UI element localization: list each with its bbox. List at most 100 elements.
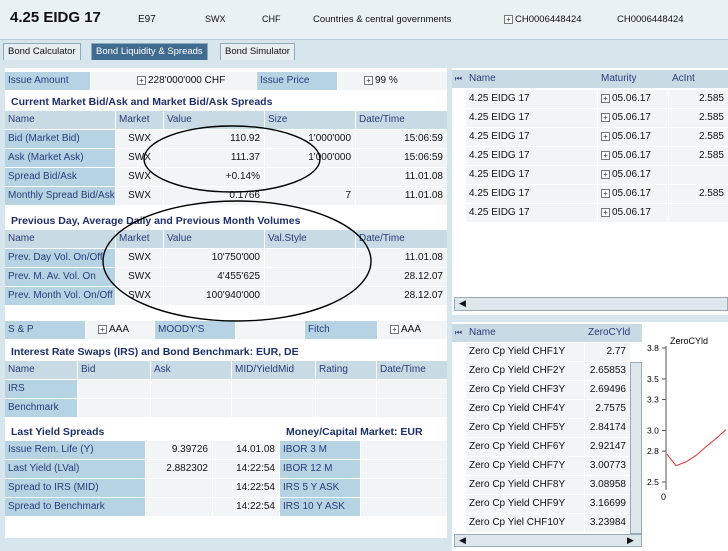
col-name[interactable]: Name	[466, 70, 597, 88]
bond-name: 4.25 EIDG 17	[466, 109, 597, 127]
size-cell: 1'000'000	[265, 149, 355, 167]
expand-icon[interactable]: +	[390, 324, 399, 334]
list-item[interactable]: Zero Cp Yield CHF9Y 3.16699	[452, 495, 630, 513]
list-item[interactable]: Zero Cp Yield CHF4Y 2.7575	[452, 400, 630, 418]
irs-header: Name Bid Ask MID/YieldMid Rating Date/Time	[5, 361, 447, 379]
col-bid[interactable]: Bid	[78, 361, 150, 379]
maturity-cell[interactable]: +05.06.17	[598, 166, 668, 184]
table-row[interactable]: Spread Bid/Ask SWX +0.14% 11.01.08	[5, 168, 447, 186]
issue-price-value[interactable]: +99 %	[338, 72, 447, 90]
collapse-icon[interactable]: ⏮	[452, 70, 465, 88]
list-item[interactable]: 4.25 EIDG 17 +05.06.17	[452, 204, 728, 222]
tab-bond-calculator[interactable]: Bond Calculator	[3, 43, 81, 60]
expand-icon[interactable]: +	[601, 207, 610, 217]
list-item[interactable]: Zero Cp Yiel CHF10Y 3.23984	[452, 514, 630, 532]
mid-yieldmid-cell	[232, 399, 315, 417]
col-size[interactable]: Size	[265, 111, 355, 129]
list-item[interactable]: Zero Cp Yield CHF8Y 3.08958	[452, 476, 630, 494]
col-name[interactable]: Name	[5, 111, 115, 129]
table-row[interactable]: Ask (Market Ask) SWX 111.37 1'000'000 15:06:…	[5, 149, 447, 167]
table-row[interactable]: Prev. M. Av. Vol. On SWX 4'455'625 28.12.07	[5, 268, 447, 286]
list-item[interactable]: Zero Cp Yield CHF5Y 2.84174	[452, 419, 630, 437]
expand-icon[interactable]: +	[601, 188, 610, 198]
row-label: Prev. Month Vol. On/Off	[5, 287, 115, 305]
tab-bond-simulator[interactable]: Bond Simulator	[220, 43, 295, 60]
expand-icon[interactable]: +	[504, 14, 513, 24]
col-name[interactable]: Name	[5, 361, 77, 379]
col-valstyle[interactable]: Val.Style	[265, 230, 355, 248]
table-row[interactable]: Last Yield (LVal) 2.882302 14:22:54 IBOR 12…	[5, 460, 447, 478]
table-row[interactable]: Bid (Market Bid) SWX 110.92 1'000'000 15:06:…	[5, 130, 447, 148]
moodys-value[interactable]	[236, 321, 304, 339]
expand-icon[interactable]: +	[601, 169, 610, 179]
col-maturity[interactable]: Maturity	[598, 70, 668, 88]
table-row[interactable]: Prev. Month Vol. On/Off SWX 100'940'000 28.…	[5, 287, 447, 305]
table-row[interactable]: Issue Rem. Life (Y) 9.39726 14.01.08 IBOR 3…	[5, 441, 447, 459]
col-mid-yieldmid[interactable]: MID/YieldMid	[232, 361, 315, 379]
list-item[interactable]: 4.25 EIDG 17 +05.06.17 2.585	[452, 90, 728, 108]
col-acint[interactable]: AcInt	[669, 70, 728, 88]
isin-expand[interactable]: + CH0006448424	[504, 14, 582, 25]
table-row[interactable]: Spread to Benchmark 14:22:54 IRS 10 Y ASK	[5, 498, 447, 516]
list-item[interactable]: 4.25 EIDG 17 +05.06.17 2.585	[452, 185, 728, 203]
table-row[interactable]: Prev. Day Vol. On/Off SWX 10'750'000 11.01.…	[5, 249, 447, 267]
col-name[interactable]: Name	[466, 324, 584, 342]
expand-icon[interactable]: +	[137, 75, 146, 85]
size-cell: 1'000'000	[265, 130, 355, 148]
table-row[interactable]: Benchmark	[5, 399, 447, 417]
horizontal-scrollbar[interactable]: ◀ ▶	[454, 534, 642, 547]
money-market-title: Money/Capital Market: EUR	[280, 423, 447, 441]
tab-bond-liquidity-spreads[interactable]: Bond Liquidity & Spreads	[91, 43, 208, 60]
col-value[interactable]: Value	[164, 111, 264, 129]
maturity-cell[interactable]: +05.06.17	[598, 128, 668, 146]
expand-icon[interactable]: +	[98, 324, 107, 334]
expand-icon[interactable]: +	[601, 131, 610, 141]
scroll-right-icon[interactable]: ▶	[627, 535, 634, 546]
col-ask[interactable]: Ask	[151, 361, 231, 379]
col-datetime[interactable]: Date/Time	[377, 361, 447, 379]
scroll-left-icon[interactable]: ◀	[459, 535, 466, 546]
collapse-icon[interactable]: ⏮	[452, 324, 465, 342]
maturity-cell[interactable]: +05.06.17	[598, 185, 668, 203]
expand-icon[interactable]: +	[364, 75, 373, 85]
col-datetime[interactable]: Date/Time	[356, 230, 447, 248]
row-label: Benchmark	[5, 399, 77, 417]
list-item[interactable]: 4.25 EIDG 17 +05.06.17 2.585	[452, 109, 728, 127]
col-name[interactable]: Name	[5, 230, 115, 248]
col-zerocyld[interactable]: ZeroCYld	[585, 324, 642, 342]
expand-icon[interactable]: +	[601, 112, 610, 122]
list-item[interactable]: Zero Cp Yield CHF1Y 2.77	[452, 343, 630, 361]
list-item[interactable]: Zero Cp Yield CHF3Y 2.69496	[452, 381, 630, 399]
fitch-value[interactable]: + AAA	[378, 321, 447, 339]
maturity-cell[interactable]: +05.06.17	[598, 109, 668, 127]
list-item[interactable]: 4.25 EIDG 17 +05.06.17 2.585	[452, 147, 728, 165]
list-item[interactable]: Zero Cp Yield CHF2Y 2.65853	[452, 362, 630, 380]
list-item[interactable]: Zero Cp Yield CHF6Y 2.92147	[452, 438, 630, 456]
col-rating[interactable]: Rating	[316, 361, 376, 379]
maturity-cell[interactable]: +05.06.17	[598, 90, 668, 108]
list-item[interactable]: 4.25 EIDG 17 +05.06.17 2.585	[452, 128, 728, 146]
chart-title: ZeroCYld	[670, 336, 708, 346]
table-row[interactable]: Spread to IRS (MID) 14:22:54 IRS 5 Y ASK	[5, 479, 447, 497]
col-market[interactable]: Market	[116, 111, 163, 129]
table-row[interactable]: IRS	[5, 380, 447, 398]
list-item[interactable]: Zero Cp Yield CHF7Y 3.00773	[452, 457, 630, 475]
list-item[interactable]: 4.25 EIDG 17 +05.06.17	[452, 166, 728, 184]
zero-value: 3.23984	[585, 514, 630, 532]
col-value[interactable]: Value	[164, 230, 264, 248]
table-row[interactable]: Monthly Spread Bid/Ask SWX 0.1766 7 11.01.08	[5, 187, 447, 205]
maturity-cell[interactable]: +05.06.17	[598, 147, 668, 165]
expand-icon[interactable]: +	[601, 150, 610, 160]
col-market[interactable]: Market	[116, 230, 163, 248]
scroll-left-icon[interactable]: ◀	[459, 298, 466, 309]
sp-value[interactable]: + AAA	[86, 321, 154, 339]
expand-icon[interactable]: +	[601, 93, 610, 103]
maturity-cell[interactable]: +05.06.17	[598, 204, 668, 222]
col-datetime[interactable]: Date/Time	[356, 111, 447, 129]
horizontal-scrollbar[interactable]: ◀	[454, 297, 728, 311]
issue-amount-value[interactable]: +228'000'000 CHF	[91, 72, 256, 90]
row-label: Prev. M. Av. Vol. On	[5, 268, 115, 286]
valstyle-cell	[265, 249, 355, 267]
bid-cell	[78, 380, 150, 398]
vertical-scrollbar[interactable]	[630, 362, 642, 534]
